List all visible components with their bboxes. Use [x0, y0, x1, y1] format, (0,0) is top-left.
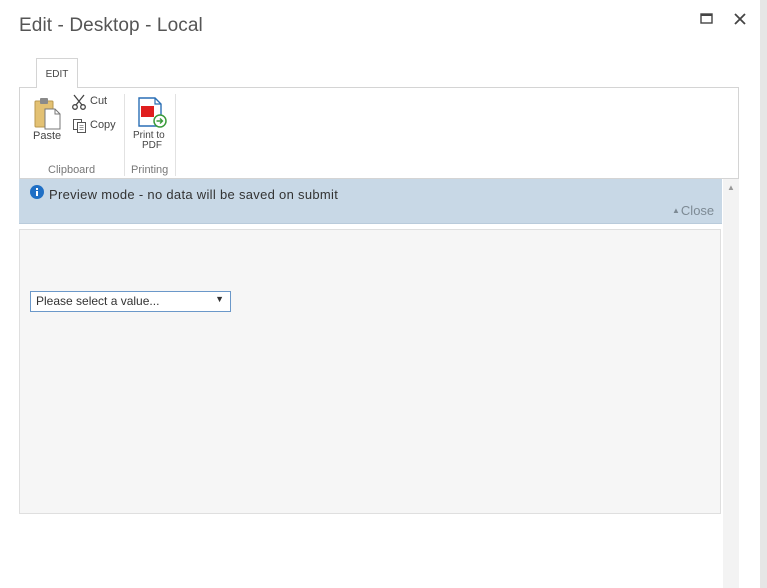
- scroll-up-icon[interactable]: ▲: [727, 183, 735, 192]
- close-icon: [734, 13, 746, 25]
- paste-icon: [34, 98, 61, 130]
- dialog-title: Edit - Desktop - Local: [19, 15, 203, 36]
- close-preview-link[interactable]: ▲Close: [672, 203, 714, 218]
- close-dialog-button[interactable]: [731, 10, 749, 28]
- copy-label: Copy: [90, 119, 116, 131]
- close-link-label: Close: [680, 203, 715, 218]
- print-to-pdf-button[interactable]: Print to PDF: [130, 96, 176, 154]
- paste-label: Paste: [33, 130, 62, 142]
- select-value: Please select a value...: [36, 294, 160, 308]
- print-to-pdf-label-line2: PDF: [142, 140, 162, 151]
- cut-label: Cut: [90, 95, 108, 107]
- maximize-icon: [700, 13, 713, 24]
- group-separator: [124, 94, 125, 176]
- value-select[interactable]: Please select a value... ▼: [30, 291, 231, 312]
- preview-notification: Preview mode - no data will be saved on …: [19, 179, 722, 224]
- info-icon: [30, 185, 44, 199]
- cut-button[interactable]: Cut: [71, 94, 113, 112]
- preview-message: Preview mode - no data will be saved on …: [49, 187, 339, 202]
- ribbon: Paste Cut Copy Clipboard Print to PDF Pr…: [19, 87, 739, 179]
- collapse-up-icon: ▲: [672, 206, 680, 215]
- printing-group-label: Printing: [131, 164, 169, 176]
- dropdown-arrow-icon: ▼: [215, 294, 224, 304]
- tab-edit[interactable]: EDIT: [36, 58, 78, 88]
- window-edge: [760, 0, 767, 588]
- paste-button[interactable]: Paste: [30, 96, 62, 144]
- clipboard-group-label: Clipboard: [48, 164, 96, 176]
- copy-icon: [73, 119, 86, 133]
- form-area: Please select a value... ▼: [19, 229, 721, 514]
- cut-icon: [72, 94, 86, 110]
- group-separator: [175, 94, 176, 176]
- vertical-scrollbar[interactable]: ▲: [723, 179, 739, 588]
- maximize-button[interactable]: [698, 10, 716, 28]
- print-to-pdf-icon: [138, 97, 167, 128]
- copy-button[interactable]: Copy: [72, 118, 118, 136]
